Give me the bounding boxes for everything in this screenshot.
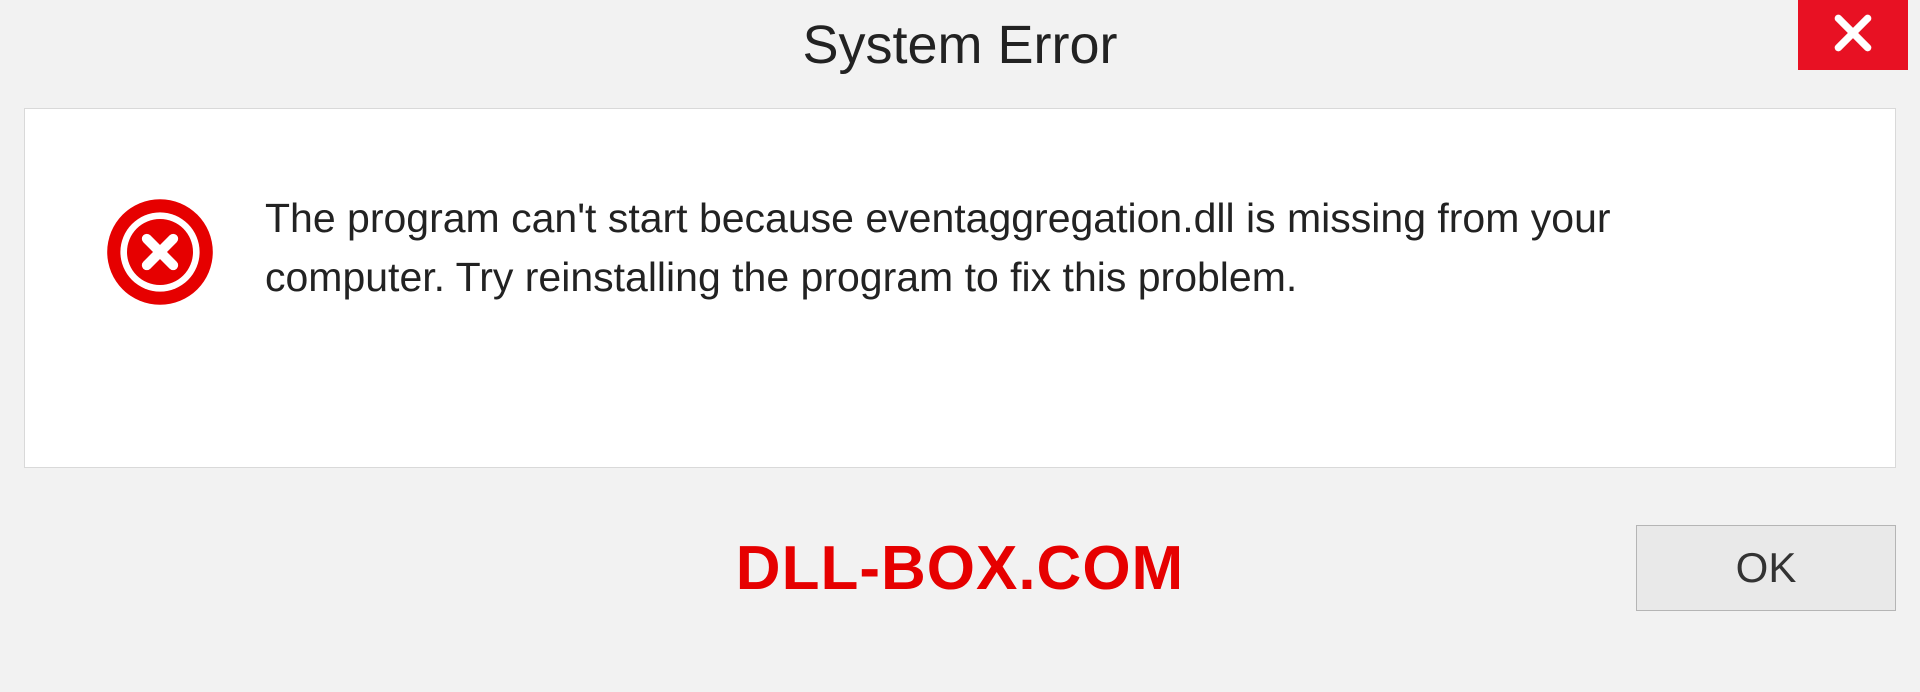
- dialog-footer: DLL-BOX.COM OK: [24, 508, 1896, 628]
- error-message: The program can't start because eventagg…: [265, 189, 1785, 308]
- close-icon: [1831, 11, 1875, 60]
- message-panel: The program can't start because eventagg…: [24, 108, 1896, 468]
- ok-button[interactable]: OK: [1636, 525, 1896, 611]
- close-button[interactable]: [1798, 0, 1908, 70]
- error-icon: [105, 197, 215, 307]
- dialog-title: System Error: [802, 14, 1117, 76]
- title-bar: System Error: [0, 0, 1920, 90]
- watermark-text: DLL-BOX.COM: [736, 533, 1184, 604]
